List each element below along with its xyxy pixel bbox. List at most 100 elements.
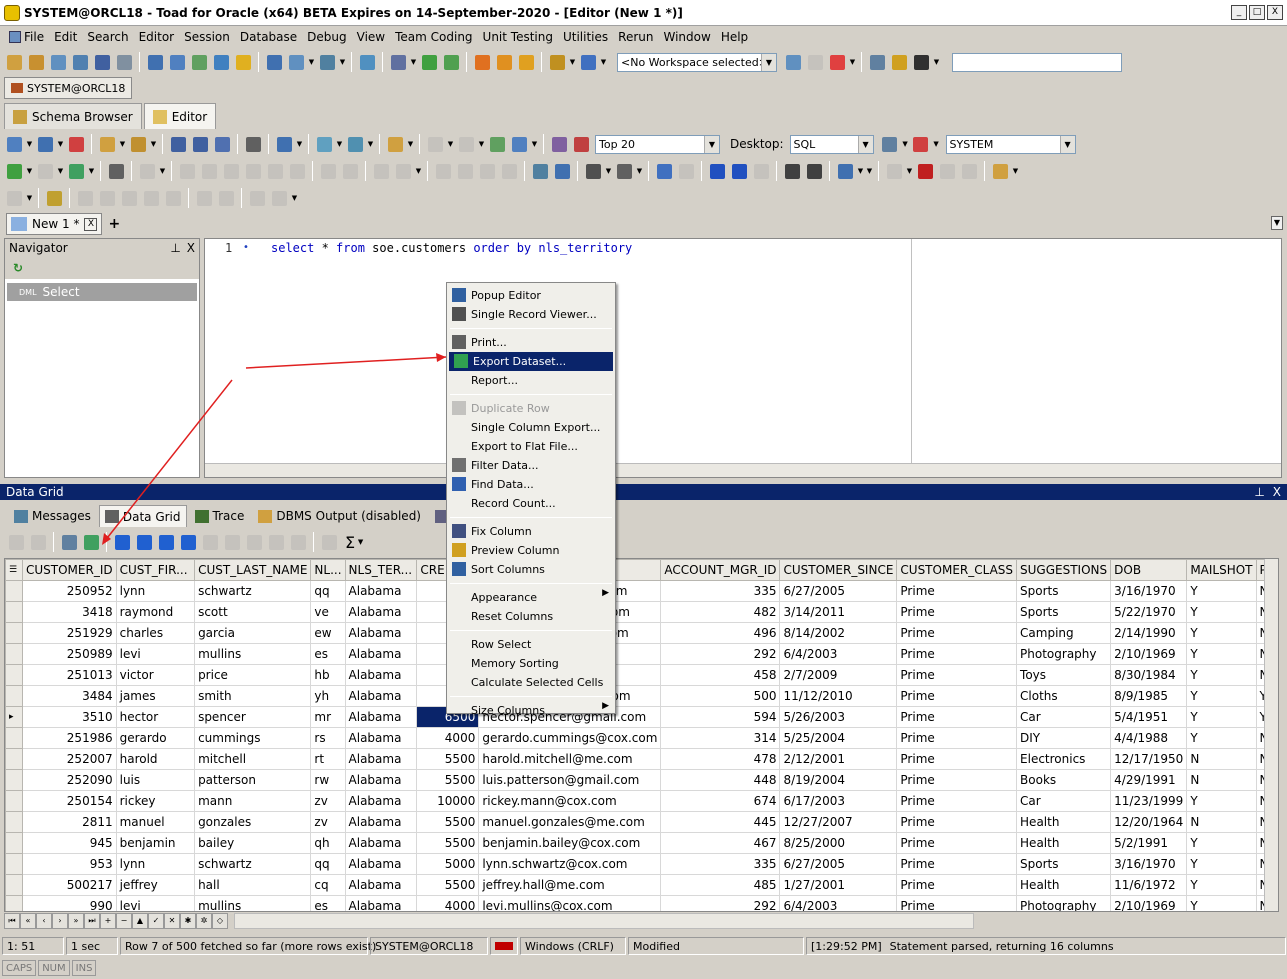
- menu-editor[interactable]: Editor: [134, 30, 180, 44]
- dbg9-icon[interactable]: [371, 161, 391, 181]
- table-cell[interactable]: 4000: [416, 895, 480, 911]
- table-cell[interactable]: 448: [660, 769, 781, 791]
- table-cell[interactable]: rickey: [115, 790, 196, 812]
- plsql-icon[interactable]: [487, 134, 507, 154]
- print-icon[interactable]: [243, 134, 263, 154]
- table-cell[interactable]: Prime: [896, 706, 1018, 728]
- grid-nav-button[interactable]: ◇: [212, 913, 228, 929]
- t3e-icon[interactable]: [119, 188, 139, 208]
- row-indicator[interactable]: [5, 874, 23, 896]
- redo-icon[interactable]: [676, 161, 696, 181]
- table-cell[interactable]: qq: [310, 853, 346, 875]
- sql-icon[interactable]: [35, 134, 55, 154]
- sum-icon[interactable]: Σ: [345, 533, 355, 552]
- cancel-icon[interactable]: [66, 134, 86, 154]
- table-cell[interactable]: ew: [310, 622, 346, 644]
- chevron-down-icon[interactable]: ▼: [339, 52, 346, 72]
- context-menu-item-size-columns[interactable]: Size Columns ▶: [447, 701, 615, 720]
- context-menu-item-export-dataset[interactable]: Export Dataset...: [449, 352, 613, 371]
- grid-vscrollbar[interactable]: [1264, 559, 1278, 911]
- table-cell[interactable]: 5/25/2004: [779, 727, 898, 749]
- chevron-down-icon[interactable]: ▼: [57, 161, 64, 181]
- table-cell[interactable]: benjamin.bailey@cox.com: [478, 832, 662, 854]
- t3k-icon[interactable]: [269, 188, 289, 208]
- t3i-icon[interactable]: [216, 188, 236, 208]
- tab-dbms-output-disabled[interactable]: DBMS Output (disabled): [252, 505, 427, 527]
- back-icon[interactable]: [425, 134, 445, 154]
- table-cell[interactable]: 250989: [22, 643, 117, 665]
- chevron-down-icon[interactable]: ▼: [308, 52, 315, 72]
- table-cell[interactable]: Prime: [896, 664, 1018, 686]
- table-cell[interactable]: 2/10/1969: [1110, 895, 1188, 911]
- sql-editor[interactable]: 1 • select * from soe.customers order by…: [204, 238, 1282, 478]
- tab-editor[interactable]: Editor: [143, 103, 217, 129]
- list-icon[interactable]: [106, 161, 126, 181]
- chevron-down-icon[interactable]: ▼: [119, 134, 126, 154]
- table-cell[interactable]: levi.mullins@cox.com: [478, 895, 662, 911]
- menu-database[interactable]: Database: [235, 30, 302, 44]
- table-row[interactable]: 945 benjamin bailey qh Alabama 5500 benjamin.b…: [5, 832, 1278, 854]
- table-cell[interactable]: 11/12/2010: [779, 685, 898, 707]
- download-icon[interactable]: [494, 52, 514, 72]
- grid-nav-button[interactable]: ✓: [148, 913, 164, 929]
- chevron-down-icon[interactable]: ▼: [357, 532, 364, 552]
- table-cell[interactable]: 8/14/2002: [779, 622, 898, 644]
- table-row[interactable]: 252007 harold mitchell rt Alabama 5500 harold.…: [5, 748, 1278, 770]
- macro-icon[interactable]: [990, 161, 1010, 181]
- table-cell[interactable]: hector: [115, 706, 196, 728]
- close-icon[interactable]: X: [187, 241, 195, 255]
- table-cell[interactable]: Prime: [896, 874, 1018, 896]
- dbg1-icon[interactable]: [177, 161, 197, 181]
- window2-icon[interactable]: [167, 52, 187, 72]
- table-row[interactable]: 2811 manuel gonzales zv Alabama 5500 manuel.go…: [5, 811, 1278, 833]
- table-cell[interactable]: jeffrey.hall@me.com: [478, 874, 662, 896]
- table-cell[interactable]: Photography: [1016, 643, 1112, 665]
- table-cell[interactable]: Prime: [896, 622, 1018, 644]
- table-cell[interactable]: N: [1186, 748, 1257, 770]
- table-cell[interactable]: Prime: [896, 601, 1018, 623]
- table-cell[interactable]: Health: [1016, 832, 1112, 854]
- table-cell[interactable]: Y: [1186, 643, 1257, 665]
- stop-icon[interactable]: [915, 161, 935, 181]
- undo-icon[interactable]: [654, 161, 674, 181]
- init-case-icon[interactable]: [751, 161, 771, 181]
- table-cell[interactable]: Alabama: [344, 895, 418, 911]
- grid-nav-button[interactable]: +: [100, 913, 116, 929]
- table-cell[interactable]: 6/4/2003: [779, 643, 898, 665]
- table-row[interactable]: 990 levi mullins es Alabama 4000 levi.mullins@…: [5, 895, 1278, 911]
- t3d-icon[interactable]: [97, 188, 117, 208]
- t3g-icon[interactable]: [163, 188, 183, 208]
- chevron-down-icon[interactable]: ▼: [26, 188, 33, 208]
- table-cell[interactable]: Y: [1186, 895, 1257, 911]
- table-cell[interactable]: 6/17/2003: [779, 790, 898, 812]
- table-cell[interactable]: 467: [660, 832, 781, 854]
- table-cell[interactable]: Prime: [896, 790, 1018, 812]
- table-cell[interactable]: 5/2/1991: [1110, 832, 1188, 854]
- table-cell[interactable]: Alabama: [344, 622, 418, 644]
- run-stmt-icon[interactable]: [4, 161, 24, 181]
- dbg5-icon[interactable]: [265, 161, 285, 181]
- grid-nav-button[interactable]: »: [68, 913, 84, 929]
- table-cell[interactable]: Toys: [1016, 664, 1112, 686]
- table-row[interactable]: 251013victorpricehbAlabamavictor.price@c…: [5, 664, 1278, 686]
- table-cell[interactable]: Prime: [896, 895, 1018, 911]
- table-cell[interactable]: rt: [310, 748, 346, 770]
- table-cell[interactable]: Prime: [896, 811, 1018, 833]
- table-cell[interactable]: 4/29/1991: [1110, 769, 1188, 791]
- pen-icon[interactable]: [889, 52, 909, 72]
- table-cell[interactable]: 251013: [22, 664, 117, 686]
- row-indicator[interactable]: [5, 853, 23, 875]
- table-cell[interactable]: zv: [310, 790, 346, 812]
- chevron-down-icon[interactable]: ▼: [367, 134, 374, 154]
- monitor-icon[interactable]: [388, 52, 408, 72]
- table-cell[interactable]: 11/6/1972: [1110, 874, 1188, 896]
- row-indicator[interactable]: [5, 769, 23, 791]
- table-cell[interactable]: gonzales: [194, 811, 312, 833]
- context-menu-item-record-count[interactable]: Record Count...: [447, 494, 615, 513]
- table-cell[interactable]: 485: [660, 874, 781, 896]
- next-record-icon[interactable]: [156, 532, 176, 552]
- compare-icon[interactable]: [357, 52, 377, 72]
- table-cell[interactable]: 2/14/1990: [1110, 622, 1188, 644]
- editor-hscrollbar[interactable]: [205, 463, 1281, 477]
- ws-save-icon[interactable]: [805, 52, 825, 72]
